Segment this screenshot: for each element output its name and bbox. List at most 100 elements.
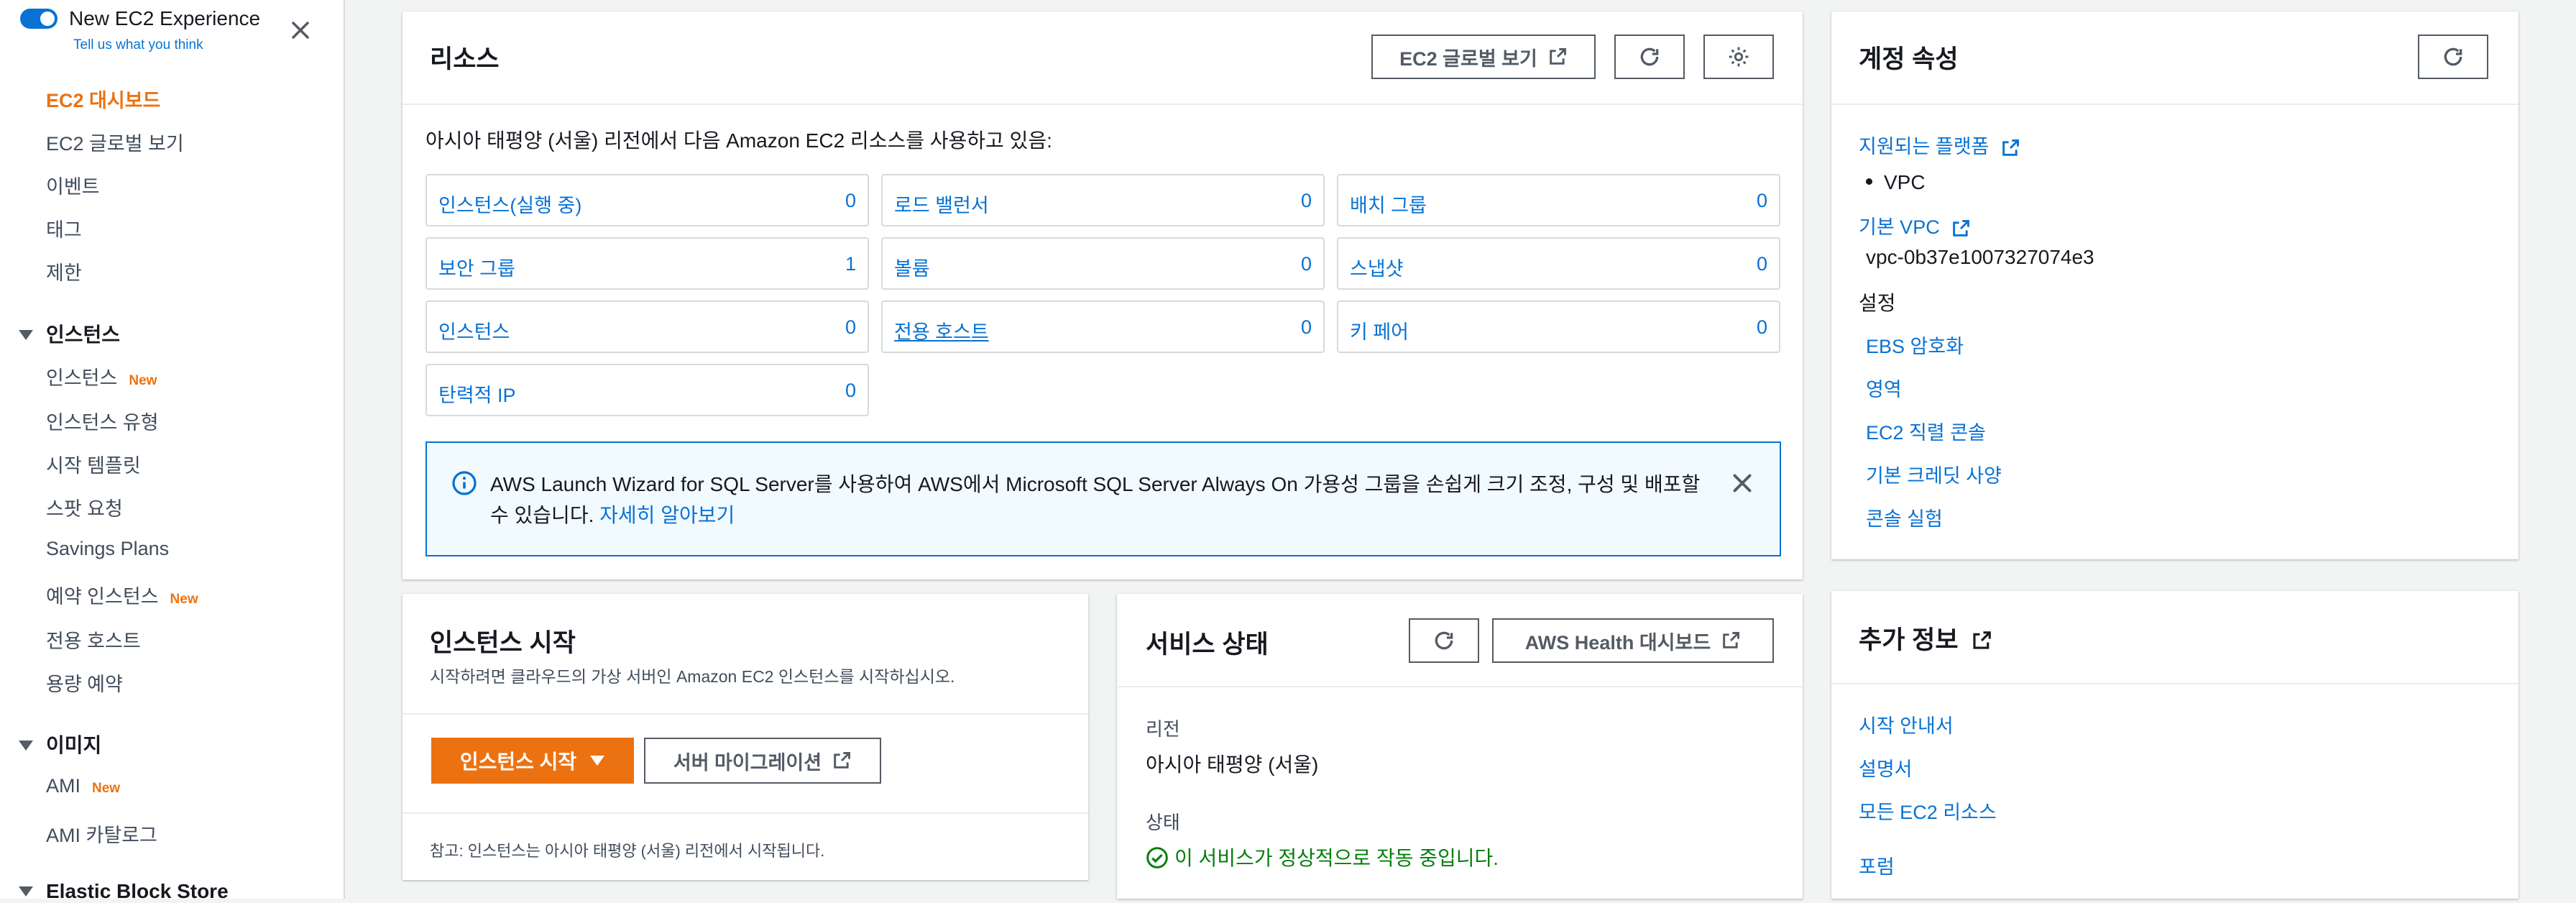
card-count[interactable]: 0 bbox=[1757, 253, 1767, 275]
status-label: 상태 bbox=[1146, 812, 1180, 833]
resource-card-dedicated-hosts[interactable]: 전용 호스트 0 bbox=[881, 301, 1325, 353]
nav-item-ec2-dashboard[interactable]: EC2 대시보드 bbox=[46, 85, 160, 113]
card-count[interactable]: 0 bbox=[1301, 190, 1312, 212]
refresh-button[interactable] bbox=[1614, 35, 1685, 79]
nav-item-reserved-instances[interactable]: 예약 인스턴스 New bbox=[46, 581, 198, 609]
zones-link[interactable]: 영역 bbox=[1866, 374, 1902, 402]
nav-item-events[interactable]: 이벤트 bbox=[46, 171, 100, 199]
learn-more-link[interactable]: 자세히 알아보기 bbox=[599, 504, 735, 526]
resource-card-placement-groups[interactable]: 배치 그룹 0 bbox=[1337, 174, 1780, 226]
nav-section-images[interactable]: 이미지 bbox=[19, 730, 101, 758]
card-label[interactable]: 스냅샷 bbox=[1350, 253, 1404, 281]
link-label: 지원되는 플랫폼 bbox=[1859, 136, 1990, 157]
nav-item-launch-templates[interactable]: 시작 템플릿 bbox=[46, 450, 141, 478]
account-attributes-panel: 계정 속성 지원되는 플랫폼 VPC 기본 VPC vpc-0b37e10073… bbox=[1831, 12, 2518, 559]
aws-health-dashboard-button[interactable]: AWS Health 대시보드 bbox=[1492, 618, 1774, 663]
card-label[interactable]: 배치 그룹 bbox=[1350, 190, 1427, 218]
service-refresh-button[interactable] bbox=[1409, 618, 1479, 663]
nav-item-label: AMI bbox=[46, 775, 81, 797]
link-label: 기본 VPC bbox=[1859, 216, 1940, 238]
sidebar: New EC2 Experience Tell us what you thin… bbox=[0, 0, 345, 902]
account-title: 계정 속성 bbox=[1859, 45, 1959, 73]
card-count[interactable]: 0 bbox=[845, 380, 856, 402]
resource-card-key-pairs[interactable]: 키 페어 0 bbox=[1337, 301, 1780, 353]
ec2-global-view-button[interactable]: EC2 글로벌 보기 bbox=[1371, 35, 1596, 79]
card-count[interactable]: 0 bbox=[1301, 253, 1312, 275]
divider bbox=[1831, 104, 2518, 105]
forums-link[interactable]: 포럼 bbox=[1859, 851, 1895, 879]
getting-started-link[interactable]: 시작 안내서 bbox=[1859, 710, 1954, 738]
launch-instance-panel: 인스턴스 시작 시작하려면 클라우드의 가상 서버인 Amazon EC2 인스… bbox=[402, 594, 1088, 880]
default-credit-spec-link[interactable]: 기본 크레딧 사양 bbox=[1866, 460, 2002, 488]
card-label[interactable]: 인스턴스 bbox=[438, 316, 510, 344]
card-count[interactable]: 0 bbox=[845, 316, 856, 339]
nav-item-capacity-reservations[interactable]: 용량 예약 bbox=[46, 669, 123, 697]
ec2-serial-console-link[interactable]: EC2 직렬 콘솔 bbox=[1866, 417, 1986, 445]
external-link-icon bbox=[1723, 632, 1740, 648]
nav-item-dedicated-hosts[interactable]: 전용 호스트 bbox=[46, 625, 141, 654]
nav-item-savings-plans[interactable]: Savings Plans bbox=[46, 538, 169, 560]
resource-card-security-groups[interactable]: 보안 그룹 1 bbox=[426, 237, 869, 290]
nav-item-spot-requests[interactable]: 스팟 요청 bbox=[46, 493, 123, 521]
card-label[interactable]: 보안 그룹 bbox=[438, 253, 515, 281]
section-title: Elastic Block Store bbox=[46, 880, 229, 902]
resources-title: 리소스 bbox=[430, 45, 500, 73]
nav-item-tags[interactable]: 태그 bbox=[46, 214, 82, 242]
region-value: 아시아 태평양 (서울) bbox=[1146, 753, 1319, 776]
launch-note: 참고: 인스턴스는 아시아 태평양 (서울) 리전에서 시작됩니다. bbox=[430, 842, 825, 860]
nav-section-ebs[interactable]: Elastic Block Store bbox=[19, 880, 229, 903]
section-title: 인스턴스 bbox=[46, 324, 121, 346]
documentation-link[interactable]: 설명서 bbox=[1859, 753, 1913, 781]
refresh-icon bbox=[1640, 47, 1659, 66]
default-vpc-link[interactable]: 기본 VPC bbox=[1859, 211, 1971, 239]
nav-item-instance-types[interactable]: 인스턴스 유형 bbox=[46, 407, 159, 435]
banner-text: AWS Launch Wizard for SQL Server를 사용하여 A… bbox=[490, 469, 1712, 531]
account-refresh-button[interactable] bbox=[2418, 35, 2488, 79]
resource-card-elastic-ips[interactable]: 탄력적 IP 0 bbox=[426, 364, 869, 416]
resource-card-running-instances[interactable]: 인스턴스(실행 중) 0 bbox=[426, 174, 869, 226]
caret-down-icon bbox=[19, 886, 33, 897]
resource-card-snapshots[interactable]: 스냅샷 0 bbox=[1337, 237, 1780, 290]
server-migration-button[interactable]: 서버 마이그레이션 bbox=[644, 738, 881, 784]
card-count[interactable]: 0 bbox=[845, 190, 856, 212]
status-value: 이 서비스가 정상적으로 작동 중입니다. bbox=[1146, 843, 1499, 871]
launch-instance-button[interactable]: 인스턴스 시작 bbox=[431, 738, 634, 784]
all-ec2-resources-link[interactable]: 모든 EC2 리소스 bbox=[1859, 797, 1997, 825]
nav-item-ami[interactable]: AMI New bbox=[46, 775, 120, 797]
nav-item-ami-catalog[interactable]: AMI 카탈로그 bbox=[46, 820, 157, 848]
card-label[interactable]: 탄력적 IP bbox=[438, 380, 516, 408]
extra-info-title[interactable]: 추가 정보 bbox=[1859, 620, 1992, 656]
divider bbox=[1117, 686, 1803, 687]
supported-platforms-link[interactable]: 지원되는 플랫폼 bbox=[1859, 131, 2020, 159]
console-experiments-link[interactable]: 콘솔 실험 bbox=[1866, 503, 1943, 531]
toggle-knob bbox=[40, 12, 55, 26]
button-label: EC2 글로벌 보기 bbox=[1399, 47, 1537, 70]
close-icon[interactable] bbox=[286, 16, 315, 45]
resource-card-instances[interactable]: 인스턴스 0 bbox=[426, 301, 869, 353]
card-count[interactable]: 1 bbox=[845, 253, 856, 275]
card-label[interactable]: 키 페어 bbox=[1350, 316, 1409, 344]
button-label: 인스턴스 시작 bbox=[459, 751, 577, 773]
card-label[interactable]: 로드 밸런서 bbox=[894, 190, 989, 218]
card-label[interactable]: 볼륨 bbox=[894, 253, 930, 281]
nav-item-ec2-global-view[interactable]: EC2 글로벌 보기 bbox=[46, 128, 184, 156]
new-experience-toggle[interactable] bbox=[20, 9, 58, 29]
card-count[interactable]: 0 bbox=[1757, 316, 1767, 339]
external-link-icon bbox=[1973, 631, 1992, 649]
card-count[interactable]: 0 bbox=[1757, 190, 1767, 212]
nav-section-instances[interactable]: 인스턴스 bbox=[19, 319, 120, 348]
feedback-link[interactable]: Tell us what you think bbox=[73, 37, 203, 53]
nav-item-instances[interactable]: 인스턴스 New bbox=[46, 362, 157, 390]
settings-button[interactable] bbox=[1703, 35, 1774, 79]
card-label[interactable]: 전용 호스트 bbox=[894, 316, 989, 344]
card-label[interactable]: 인스턴스(실행 중) bbox=[438, 190, 581, 218]
resource-card-load-balancers[interactable]: 로드 밸런서 0 bbox=[881, 174, 1325, 226]
ebs-encryption-link[interactable]: EBS 암호화 bbox=[1866, 331, 1964, 359]
close-icon[interactable] bbox=[1729, 470, 1755, 496]
nav-item-limits[interactable]: 제한 bbox=[46, 257, 82, 285]
bullet bbox=[1866, 178, 1872, 185]
nav-item-label: 인스턴스 bbox=[46, 367, 118, 389]
divider bbox=[402, 812, 1088, 814]
resource-card-volumes[interactable]: 볼륨 0 bbox=[881, 237, 1325, 290]
card-count[interactable]: 0 bbox=[1301, 316, 1312, 339]
